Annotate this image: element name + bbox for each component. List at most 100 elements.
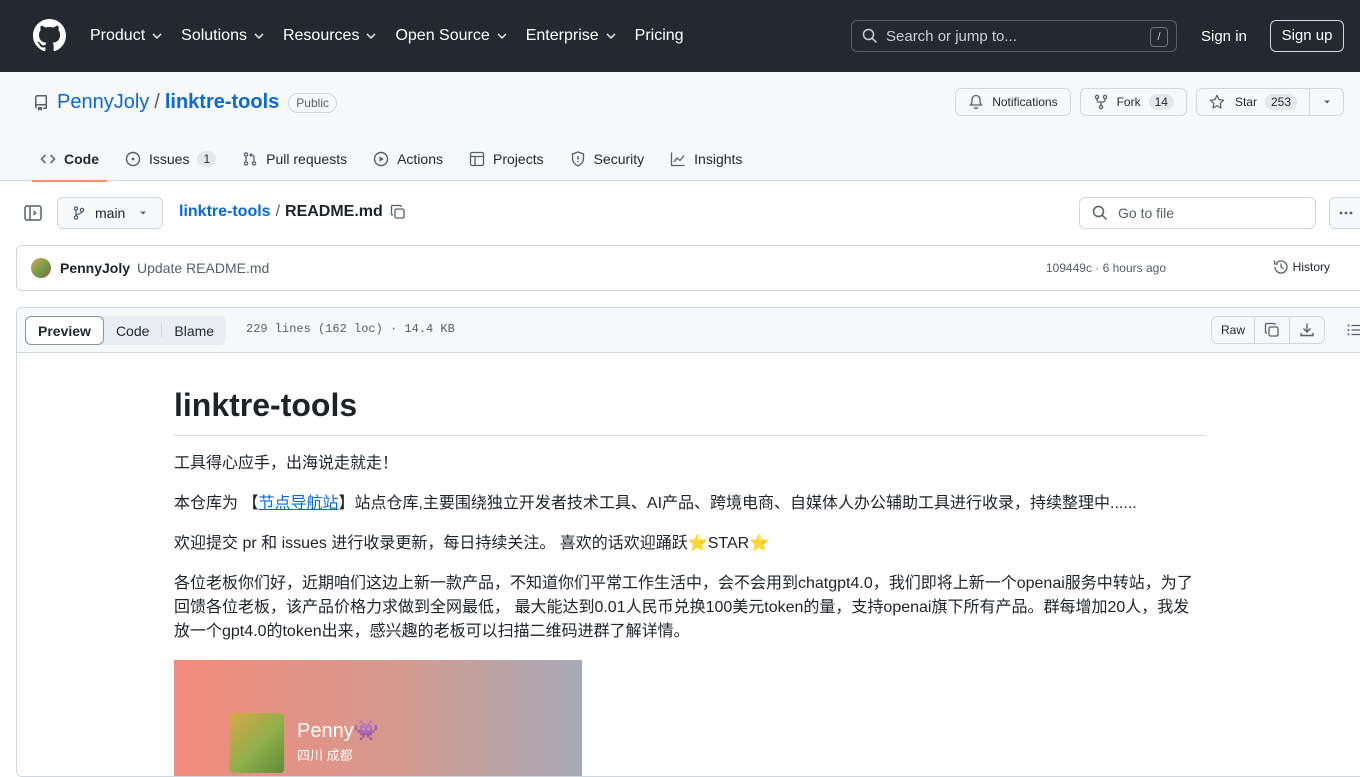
repo-name-link[interactable]: linktre-tools	[165, 91, 279, 114]
graph-icon	[671, 152, 685, 166]
list-unordered-icon	[1347, 324, 1360, 336]
nav-resources[interactable]: Resources	[283, 27, 377, 45]
tab-code-view[interactable]: Code	[104, 316, 161, 345]
history-label: History	[1292, 260, 1330, 274]
star-button[interactable]: Star 253	[1195, 88, 1310, 116]
tab-blame[interactable]: Blame	[162, 316, 226, 345]
tab-label: Actions	[397, 150, 444, 167]
tab-actions[interactable]: Actions	[365, 136, 451, 181]
tab-code[interactable]: Code	[32, 136, 107, 182]
bell-icon	[969, 94, 983, 110]
readme-content: linktre-tools 工具得心应手，出海说走就走！ 本仓库为 【节点导航站…	[174, 353, 1205, 776]
star-count: 253	[1264, 94, 1297, 110]
code-icon	[40, 153, 56, 164]
nav-solutions[interactable]: Solutions	[181, 27, 265, 45]
pull-request-icon	[243, 151, 257, 166]
breadcrumb-repo-link[interactable]: linktre-tools	[179, 203, 271, 221]
copy-icon[interactable]	[390, 204, 406, 220]
avatar	[229, 713, 284, 773]
nav-enterprise[interactable]: Enterprise	[526, 27, 617, 45]
nav-label: Enterprise	[525, 27, 599, 44]
kebab-horizontal-icon	[1339, 211, 1353, 215]
nav-label: Resources	[282, 27, 360, 44]
nav-site-link[interactable]: 节点导航站	[258, 495, 338, 512]
issues-count: 1	[197, 150, 217, 167]
commit-meta[interactable]: 109449c · 6 hours ago	[1046, 261, 1166, 275]
readme-paragraph: 欢迎提交 pr 和 issues 进行收录更新，每日持续关注。 喜欢的话欢迎踊跃…	[174, 535, 770, 552]
download-icon	[1300, 323, 1314, 337]
file-header: Preview Code Blame 229 lines (162 loc) ·…	[17, 308, 1360, 353]
tab-insights[interactable]: Insights	[662, 136, 750, 181]
paragraph-suffix: 】站点仓库,主要围绕独立开发者技术工具、AI产品、跨境电商、自媒体人办公辅助工具…	[338, 495, 1137, 512]
search-input[interactable]: Search or jump to... /	[851, 20, 1177, 52]
nav-product[interactable]: Product	[90, 27, 163, 45]
repo-title: PennyJoly / linktre-tools Public	[33, 91, 337, 114]
tab-label: Security	[593, 150, 645, 167]
nav-label: Product	[90, 27, 146, 44]
commit-author[interactable]: PennyJoly	[60, 260, 130, 276]
file-info: 229 lines (162 loc) · 14.4 KB	[246, 322, 455, 336]
more-options-button[interactable]	[1329, 197, 1360, 229]
fork-label: Fork	[1116, 95, 1141, 109]
search-icon	[862, 28, 878, 44]
file-viewer: Preview Code Blame 229 lines (162 loc) ·…	[16, 307, 1360, 777]
play-icon	[373, 151, 389, 166]
copy-raw-button[interactable]	[1255, 317, 1291, 343]
paragraph-prefix: 本仓库为 【	[174, 495, 259, 512]
tab-preview[interactable]: Preview	[25, 316, 104, 345]
wechat-card-image: Penny👾 四川 成都	[174, 660, 582, 776]
triangle-down-icon	[1323, 100, 1330, 104]
global-nav: Product Solutions Resources Open Source …	[90, 0, 702, 72]
outline-button[interactable]	[1339, 316, 1360, 344]
readme-title: linktre-tools	[174, 353, 1205, 436]
notifications-button[interactable]: Notifications	[955, 88, 1071, 116]
repo-icon	[35, 94, 47, 111]
tab-label: Issues	[149, 150, 190, 167]
sign-in-link[interactable]: Sign in	[1201, 28, 1247, 45]
branch-name: main	[95, 205, 126, 221]
readme-paragraph: 工具得心应手，出海说走就走！	[174, 455, 399, 472]
nav-label: Pricing	[634, 27, 684, 44]
commit-message[interactable]: Update README.md	[137, 260, 269, 276]
tab-projects[interactable]: Projects	[461, 136, 552, 181]
go-to-file-input[interactable]: Go to file	[1079, 197, 1316, 229]
tab-label: Pull requests	[266, 150, 348, 167]
shield-icon	[571, 150, 584, 167]
fork-button[interactable]: Fork 14	[1079, 88, 1187, 116]
github-logo-icon[interactable]	[33, 19, 66, 52]
tab-label: Insights	[694, 150, 743, 167]
repo-actions: Notifications Fork 14 Star 253	[946, 88, 1344, 116]
chevron-down-icon	[366, 33, 376, 39]
history-button[interactable]: History	[1273, 259, 1330, 275]
nav-label: Solutions	[181, 27, 247, 44]
visibility-badge: Public	[288, 92, 337, 113]
search-shortcut-hint: /	[1150, 27, 1168, 47]
nav-label: Open Source	[395, 27, 490, 44]
repo-owner-link[interactable]: PennyJoly	[57, 91, 149, 114]
branch-selector[interactable]: main	[57, 197, 163, 229]
readme-paragraph: 本仓库为 【节点导航站】站点仓库,主要围绕独立开发者技术工具、AI产品、跨境电商…	[174, 492, 1205, 516]
download-button[interactable]	[1290, 317, 1324, 343]
card-name: Penny👾	[297, 720, 379, 742]
table-icon	[469, 151, 485, 166]
notifications-label: Notifications	[992, 95, 1058, 109]
go-to-file-placeholder: Go to file	[1118, 205, 1175, 221]
latest-commit-bar: PennyJoly Update README.md 109449c · 6 h…	[16, 245, 1360, 291]
search-icon	[1092, 205, 1108, 221]
history-icon	[1273, 260, 1288, 274]
breadcrumb-file-name: README.md	[285, 203, 383, 220]
sidebar-expand-icon[interactable]	[23, 203, 43, 223]
tab-pull-requests[interactable]: Pull requests	[234, 136, 355, 181]
nav-open-source[interactable]: Open Source	[395, 27, 507, 45]
tab-security[interactable]: Security	[562, 136, 653, 181]
nav-pricing[interactable]: Pricing	[635, 27, 684, 45]
card-location: 四川 成都	[297, 748, 353, 763]
avatar[interactable]	[31, 258, 51, 278]
star-label: Star	[1234, 95, 1257, 109]
tab-issues[interactable]: Issues 1	[117, 136, 224, 181]
sign-up-button[interactable]: Sign up	[1270, 20, 1344, 52]
star-list-dropdown[interactable]	[1310, 88, 1344, 116]
git-branch-icon	[73, 206, 85, 220]
chevron-down-icon	[254, 33, 264, 39]
raw-button[interactable]: Raw	[1212, 317, 1256, 343]
